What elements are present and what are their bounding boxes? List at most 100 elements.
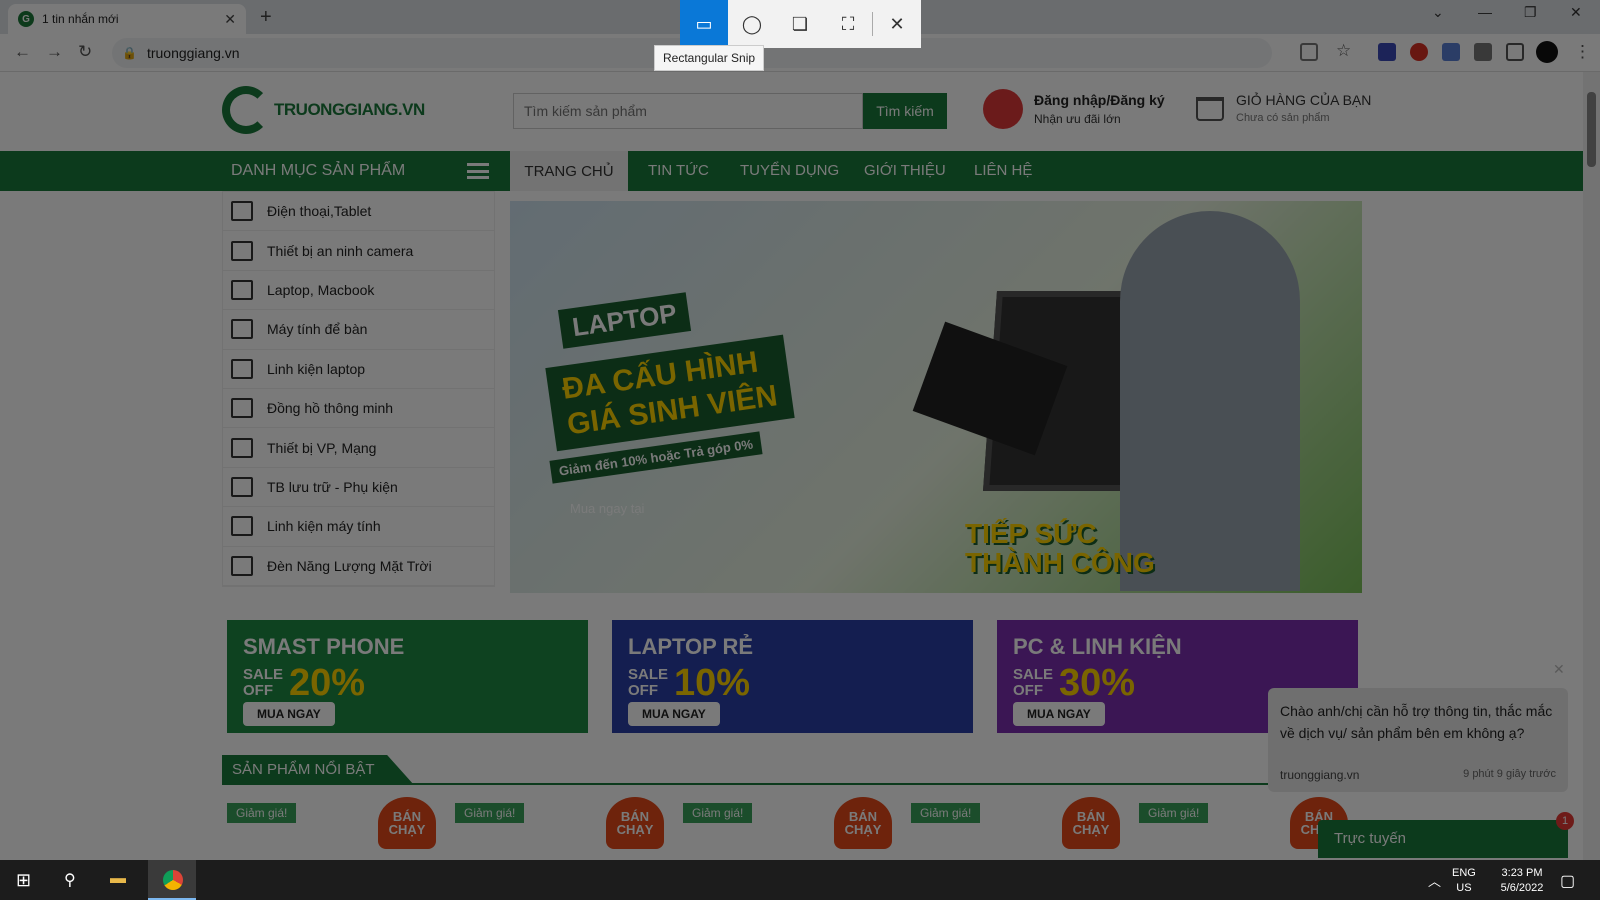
sidebar-item-label: Đồng hồ thông minh	[267, 400, 394, 417]
sidebar-item-pc-parts[interactable]: Linh kiện máy tính	[223, 507, 494, 547]
search-icon[interactable]: ⚲	[64, 870, 76, 890]
nav-jobs[interactable]: TUYỂN DỤNG	[740, 162, 839, 179]
cart-link[interactable]: GIỎ HÀNG CỦA BẠN Chưa có sản phẩm	[1236, 92, 1371, 124]
chat-close-icon[interactable]: ✕	[1553, 661, 1565, 678]
restore-icon[interactable]: ❐	[1524, 4, 1537, 21]
fullscreen-snip-icon[interactable]: ⛶	[824, 0, 872, 48]
menu-dots-icon[interactable]: ⋮	[1574, 42, 1591, 62]
notification-icon[interactable]: ▢	[1560, 871, 1575, 891]
share-icon[interactable]	[1300, 43, 1318, 61]
sidebar-item-solar-lights[interactable]: Đèn Năng Lượng Mặt Trời	[223, 547, 494, 586]
nav-about[interactable]: GIỚI THIỆU	[864, 162, 946, 179]
promo-percent: 30%	[1059, 662, 1136, 704]
promo-buy-button[interactable]: MUA NGAY	[1013, 702, 1105, 726]
banner-slogan: TIẾP SỨC THÀNH CÔNG	[965, 519, 1155, 578]
language-indicator[interactable]: ENG US	[1452, 866, 1476, 896]
file-explorer-icon[interactable]: ▬	[110, 870, 126, 888]
tab-search-icon[interactable]: ⌄	[1432, 4, 1444, 21]
promo-sale-label: SALE	[1013, 665, 1054, 683]
window-snip-icon[interactable]: ❏	[776, 0, 824, 48]
hamburger-icon[interactable]	[467, 163, 489, 179]
nav-contact[interactable]: LIÊN HỆ	[974, 162, 1032, 179]
online-chat-button[interactable]: Trực tuyến 1	[1318, 812, 1574, 858]
storage-icon	[231, 476, 253, 497]
chat-sender: truonggiang.vn	[1280, 768, 1360, 782]
sale-badge: Giảm giá!	[683, 803, 753, 823]
banner-buy-at: Mua ngay tại	[570, 501, 645, 516]
window-close-icon[interactable]: ✕	[1570, 4, 1582, 21]
monitor-icon	[231, 516, 253, 537]
sidebar-item-laptop-parts[interactable]: Linh kiện laptop	[223, 350, 494, 389]
avatar[interactable]	[1536, 41, 1558, 63]
promo-title: PC & LINH KIỆN	[1013, 634, 1182, 659]
puzzle-icon[interactable]	[1474, 43, 1492, 61]
sidebar-item-label: TB lưu trữ - Phụ kiện	[267, 478, 398, 495]
promo-percent: 10%	[674, 662, 751, 704]
site-logo[interactable]: TRUONGGIANG.VN	[222, 86, 425, 134]
login-link[interactable]: Đăng nhập/Đăng ký Nhận ưu đãi lớn	[1034, 92, 1165, 126]
tray-chevron-icon[interactable]: ︿	[1428, 871, 1441, 890]
sidebar-item-phones[interactable]: Điện thoại,Tablet	[223, 192, 494, 232]
sidebar-item-label: Đèn Năng Lượng Mặt Trời	[267, 557, 432, 574]
forward-icon[interactable]: →	[46, 42, 63, 62]
category-sidebar: Điện thoại,Tablet Thiết bị an ninh camer…	[222, 191, 495, 587]
promo-buy-button[interactable]: MUA NGAY	[628, 702, 720, 726]
sidebar-item-label: Máy tính để bàn	[267, 321, 368, 338]
sidebar-item-label: Điện thoại,Tablet	[267, 203, 372, 220]
extension-icon[interactable]	[1378, 43, 1396, 61]
user-icon[interactable]	[983, 89, 1023, 129]
category-menu-title[interactable]: DANH MỤC SẢN PHẨM	[231, 162, 405, 180]
search-input[interactable]	[513, 93, 863, 129]
featured-section-title: SẢN PHẨM NỔI BẬT	[222, 755, 414, 785]
search-button[interactable]: Tìm kiếm	[863, 93, 947, 129]
promo-card-laptop[interactable]: LAPTOP RẺ SALE OFF 10% MUA NGAY	[612, 620, 973, 733]
hero-banner[interactable]: LAPTOP ĐA CẤU HÌNH GIÁ SINH VIÊN Giảm đến…	[510, 201, 1362, 593]
windows-start-icon[interactable]: ⊞	[16, 870, 31, 891]
translate-icon[interactable]	[1442, 43, 1460, 61]
cart-title[interactable]: GIỎ HÀNG CỦA BẠN	[1236, 92, 1371, 108]
freeform-snip-icon[interactable]: ◯	[728, 0, 776, 48]
desktop-icon	[231, 319, 253, 340]
sidebar-item-label: Thiết bị an ninh camera	[267, 242, 414, 259]
chrome-icon	[163, 870, 183, 890]
system-clock[interactable]: 3:23 PM 5/6/2022	[1490, 866, 1554, 896]
nav-news[interactable]: TIN TỨC	[648, 162, 709, 179]
sale-badge: Giảm giá!	[455, 803, 525, 823]
rectangular-snip-icon[interactable]: ▭	[680, 0, 728, 48]
promo-buy-button[interactable]: MUA NGAY	[243, 702, 335, 726]
cart-icon[interactable]	[1196, 97, 1224, 121]
sidebar-item-cameras[interactable]: Thiết bị an ninh camera	[223, 231, 494, 271]
chat-bubble[interactable]: Chào anh/chị cần hỗ trợ thông tin, thắc …	[1268, 688, 1568, 792]
bookmark-star-icon[interactable]: ☆	[1336, 41, 1351, 61]
extension-icon[interactable]	[1410, 43, 1428, 61]
nav-home[interactable]: TRANG CHỦ	[510, 151, 628, 191]
unread-count-badge: 1	[1556, 812, 1574, 830]
sidebar-item-smartwatches[interactable]: Đồng hồ thông minh	[223, 389, 494, 429]
side-panel-icon[interactable]	[1506, 43, 1524, 61]
tab-close-icon[interactable]: ✕	[224, 11, 236, 28]
online-label: Trực tuyến	[1334, 830, 1407, 847]
login-title[interactable]: Đăng nhập/Đăng ký	[1034, 92, 1165, 108]
banner-slogan1: TIẾP SỨC	[965, 518, 1097, 549]
taskbar-chrome[interactable]	[148, 860, 196, 900]
sidebar-item-laptops[interactable]: Laptop, Macbook	[223, 271, 494, 311]
sidebar-item-label: Linh kiện laptop	[267, 360, 366, 377]
page-scrollbar[interactable]	[1583, 72, 1600, 860]
scrollbar-thumb[interactable]	[1587, 92, 1596, 167]
back-icon[interactable]: ←	[14, 42, 31, 62]
sidebar-item-network[interactable]: Thiết bị VP, Mạng	[223, 428, 494, 468]
snip-close-icon[interactable]: ✕	[873, 0, 921, 48]
new-tab-button[interactable]: +	[260, 6, 272, 29]
reload-icon[interactable]: ↻	[78, 42, 92, 62]
browser-tab[interactable]: G 1 tin nhắn mới ✕	[8, 4, 246, 34]
keyboard-icon	[231, 358, 253, 379]
minimize-icon[interactable]: —	[1478, 4, 1492, 20]
site-favicon-icon: G	[18, 11, 34, 27]
sidebar-item-storage[interactable]: TB lưu trữ - Phụ kiện	[223, 468, 494, 508]
promo-card-smartphone[interactable]: SMAST PHONE SALE OFF 20% MUA NGAY	[227, 620, 588, 733]
sale-badge: Giảm giá!	[911, 803, 981, 823]
tab-title: 1 tin nhắn mới	[42, 12, 119, 26]
best-seller-badge: BÁN CHẠY	[378, 797, 436, 849]
sidebar-item-desktops[interactable]: Máy tính để bàn	[223, 310, 494, 350]
best-seller-badge: BÁN CHẠY	[606, 797, 664, 849]
